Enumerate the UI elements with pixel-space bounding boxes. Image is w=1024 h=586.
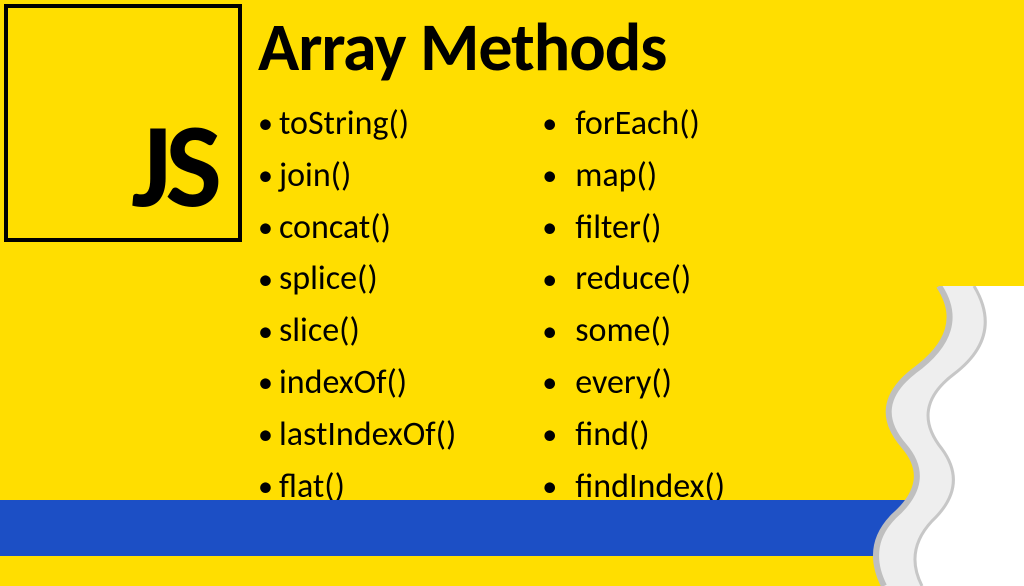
methods-columns: •toString() •join() •concat() •splice() … <box>258 104 725 507</box>
bullet-icon: • <box>258 368 273 398</box>
methods-column-left: •toString() •join() •concat() •splice() … <box>258 104 456 507</box>
bullet-icon: • <box>542 420 557 450</box>
bullet-icon: • <box>258 213 273 243</box>
bullet-icon: • <box>542 317 557 347</box>
method-label: slice() <box>279 311 360 352</box>
method-label: splice() <box>279 259 378 300</box>
method-label: forEach() <box>575 104 700 145</box>
method-label: some() <box>575 311 671 352</box>
method-label: join() <box>279 156 351 197</box>
js-logo-text: JS <box>132 106 216 226</box>
method-label: every() <box>575 363 672 404</box>
method-label: toString() <box>279 104 409 145</box>
list-item: • find() <box>542 415 725 456</box>
list-item: • filter() <box>542 208 725 249</box>
bullet-icon: • <box>542 161 557 191</box>
method-label: find() <box>575 415 649 456</box>
method-label: filter() <box>575 208 661 249</box>
list-item: •lastIndexOf() <box>258 415 456 456</box>
methods-column-right: • forEach() • map() • filter() • reduce() • s… <box>542 104 725 507</box>
method-label: concat() <box>279 208 391 249</box>
list-item: •concat() <box>258 208 456 249</box>
method-label: lastIndexOf() <box>279 415 456 456</box>
list-item: • some() <box>542 311 725 352</box>
list-item: •join() <box>258 156 456 197</box>
bullet-icon: • <box>542 472 557 502</box>
bullet-icon: • <box>258 317 273 347</box>
list-item: •toString() <box>258 104 456 145</box>
bullet-icon: • <box>258 472 273 502</box>
bullet-icon: • <box>258 420 273 450</box>
list-item: • reduce() <box>542 259 725 300</box>
method-label: map() <box>575 156 657 197</box>
list-item: •slice() <box>258 311 456 352</box>
bullet-icon: • <box>258 161 273 191</box>
method-label: reduce() <box>575 259 691 300</box>
bullet-icon: • <box>542 109 557 139</box>
bullet-icon: • <box>258 265 273 295</box>
decorative-footer-strip <box>0 500 1024 556</box>
bullet-icon: • <box>542 213 557 243</box>
method-label: indexOf() <box>279 363 407 404</box>
bullet-icon: • <box>542 265 557 295</box>
js-logo-badge: JS <box>4 4 242 242</box>
list-item: •indexOf() <box>258 363 456 404</box>
list-item: • map() <box>542 156 725 197</box>
bullet-icon: • <box>258 109 273 139</box>
list-item: • forEach() <box>542 104 725 145</box>
bullet-icon: • <box>542 368 557 398</box>
list-item: • every() <box>542 363 725 404</box>
page-title: Array Methods <box>258 6 666 89</box>
list-item: •splice() <box>258 259 456 300</box>
